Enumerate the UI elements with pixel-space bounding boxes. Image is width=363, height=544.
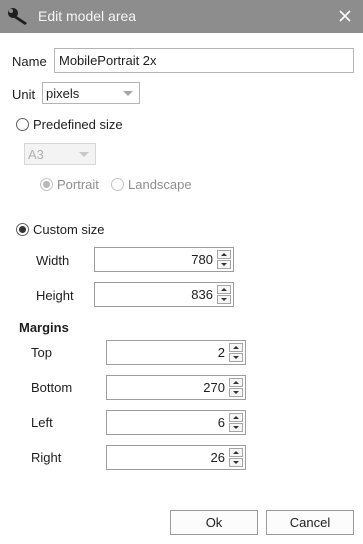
window-title: Edit model area xyxy=(38,8,137,24)
left-margin-label: Left xyxy=(31,415,53,430)
left-margin-value: 6 xyxy=(217,415,225,430)
radio-button xyxy=(111,178,124,191)
arrow-down-icon xyxy=(221,263,227,266)
predefined-size-label: Predefined size xyxy=(33,117,123,132)
arrow-down-icon xyxy=(233,391,239,394)
spin-down-button[interactable] xyxy=(229,458,243,467)
height-label: Height xyxy=(36,288,74,303)
right-margin-value: 26 xyxy=(210,450,225,465)
top-margin-label: Top xyxy=(31,345,52,360)
spin-down-button[interactable] xyxy=(217,260,231,269)
bottom-margin-label: Bottom xyxy=(31,380,73,395)
unit-select[interactable]: pixels xyxy=(42,82,140,104)
arrow-up-icon xyxy=(233,381,239,384)
top-margin-spinner[interactable]: 2 xyxy=(106,340,246,365)
right-margin-spinner[interactable]: 26 xyxy=(106,445,246,470)
arrow-up-icon xyxy=(233,451,239,454)
bottom-margin-value: 270 xyxy=(203,380,225,395)
right-margin-label: Right xyxy=(31,450,62,465)
radio-button xyxy=(16,223,29,236)
height-value: 836 xyxy=(191,287,213,302)
spin-down-button[interactable] xyxy=(229,388,243,397)
unit-value: pixels xyxy=(46,86,80,101)
custom-size-radio[interactable]: Custom size xyxy=(16,221,126,239)
spin-up-button[interactable] xyxy=(229,413,243,422)
arrow-down-icon xyxy=(233,356,239,359)
spin-up-button[interactable] xyxy=(229,343,243,352)
spin-up-button[interactable] xyxy=(217,285,231,294)
portrait-radio[interactable]: Portrait xyxy=(40,176,110,194)
spin-up-button[interactable] xyxy=(229,448,243,457)
landscape-radio[interactable]: Landscape xyxy=(111,176,201,194)
wrench-icon xyxy=(8,8,27,25)
spin-down-button[interactable] xyxy=(217,295,231,304)
landscape-label: Landscape xyxy=(128,177,192,192)
width-value: 780 xyxy=(191,252,213,267)
radio-button xyxy=(40,178,53,191)
arrow-down-icon xyxy=(221,298,227,301)
left-margin-spinner[interactable]: 6 xyxy=(106,410,246,435)
arrow-up-icon xyxy=(233,416,239,419)
predefined-size-radio[interactable]: Predefined size xyxy=(16,116,156,134)
portrait-label: Portrait xyxy=(57,177,99,192)
name-label: Name xyxy=(12,54,47,69)
predefined-size-select[interactable]: A3 xyxy=(24,143,96,165)
spin-down-button[interactable] xyxy=(229,423,243,432)
unit-label: Unit xyxy=(12,87,36,102)
arrow-down-icon xyxy=(233,461,239,464)
spin-down-button[interactable] xyxy=(229,353,243,362)
width-label: Width xyxy=(36,253,70,268)
height-spinner[interactable]: 836 xyxy=(94,282,234,307)
bottom-margin-spinner[interactable]: 270 xyxy=(106,375,246,400)
chevron-down-icon xyxy=(123,91,133,96)
arrow-up-icon xyxy=(221,288,227,291)
spin-up-button[interactable] xyxy=(229,378,243,387)
ok-button[interactable]: Ok xyxy=(170,510,258,535)
width-spinner[interactable]: 780 xyxy=(94,247,234,272)
predefined-size-value: A3 xyxy=(28,147,44,162)
arrow-up-icon xyxy=(233,346,239,349)
spin-up-button[interactable] xyxy=(217,250,231,259)
margins-title: Margins xyxy=(19,320,69,335)
name-field[interactable] xyxy=(54,48,354,73)
top-margin-value: 2 xyxy=(217,345,225,360)
close-icon[interactable] xyxy=(338,9,352,23)
radio-button xyxy=(16,118,29,131)
cancel-button[interactable]: Cancel xyxy=(266,510,354,535)
arrow-up-icon xyxy=(221,253,227,256)
chevron-down-icon xyxy=(79,152,89,157)
custom-size-label: Custom size xyxy=(33,222,105,237)
arrow-down-icon xyxy=(233,426,239,429)
title-bar: Edit model area xyxy=(0,0,363,33)
